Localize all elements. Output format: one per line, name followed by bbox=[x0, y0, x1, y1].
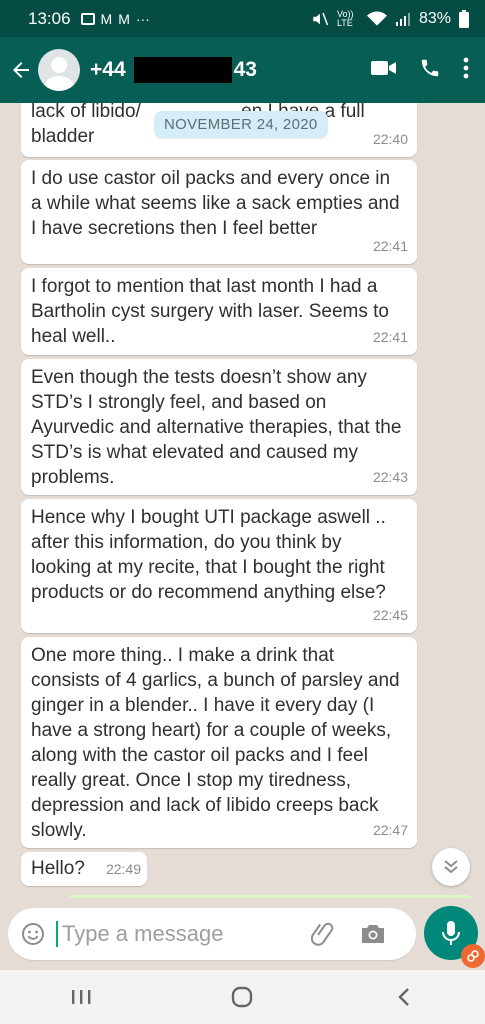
double-chevron-down-icon bbox=[444, 860, 458, 874]
camera-icon bbox=[362, 925, 384, 943]
message-time: 22:47 bbox=[372, 822, 408, 838]
message-text: One more thing.. I make a drink that con… bbox=[31, 645, 400, 841]
message-bubble[interactable]: Hence why I bought UTI package aswell ..… bbox=[21, 499, 417, 633]
message-time: 22:41 bbox=[372, 329, 408, 345]
composer-bar bbox=[0, 898, 485, 970]
chain-link-icon bbox=[467, 950, 479, 962]
battery-icon bbox=[459, 9, 469, 28]
paperclip-icon bbox=[311, 922, 334, 946]
message-text: I forgot to mention that last month I ha… bbox=[31, 276, 389, 347]
video-call-button[interactable] bbox=[371, 58, 397, 83]
message-bubble[interactable]: Even though the tests doesn’t show any S… bbox=[21, 359, 417, 495]
status-bar: 13:06 M M ··· Vo)) LTE 83% bbox=[0, 0, 485, 37]
attach-button[interactable] bbox=[308, 921, 338, 947]
gallery-icon bbox=[80, 12, 95, 25]
video-camera-icon bbox=[371, 60, 396, 75]
mute-icon bbox=[313, 12, 329, 25]
chat-head-badge[interactable] bbox=[461, 944, 485, 968]
recent-apps-button[interactable] bbox=[51, 977, 111, 1017]
signal-icon bbox=[395, 12, 410, 26]
message-time: 22:43 bbox=[372, 469, 408, 485]
phone-icon bbox=[421, 59, 439, 76]
message-text: I do use castor oil packs and every once… bbox=[31, 168, 400, 239]
recents-icon bbox=[71, 990, 91, 1004]
message-text: Even though the tests doesn’t show any S… bbox=[31, 367, 402, 488]
contact-name[interactable]: +44 43 bbox=[90, 57, 257, 83]
contact-suffix: 43 bbox=[233, 58, 257, 81]
message-bubble[interactable]: I do use castor oil packs and every once… bbox=[21, 160, 417, 264]
message-bubble[interactable]: Hello? 22:49 bbox=[21, 852, 147, 886]
message-time: 22:41 bbox=[372, 238, 408, 254]
contact-prefix: +44 bbox=[90, 58, 126, 81]
message-time: 22:45 bbox=[372, 607, 408, 623]
message-input[interactable] bbox=[56, 921, 286, 947]
volte-label: Vo)) LTE bbox=[336, 8, 354, 28]
header-actions bbox=[371, 57, 469, 84]
message-list[interactable]: lack of libido/ en I have a full bladder… bbox=[0, 103, 485, 898]
chevron-left-icon bbox=[398, 988, 409, 1006]
more-vertical-icon bbox=[463, 57, 469, 78]
emoji-icon bbox=[22, 923, 44, 945]
status-right: Vo)) LTE 83% bbox=[311, 8, 469, 28]
avatar[interactable] bbox=[38, 49, 80, 91]
home-icon bbox=[232, 986, 253, 1008]
message-bubble[interactable]: I forgot to mention that last month I ha… bbox=[21, 268, 417, 355]
system-nav-bar bbox=[0, 970, 485, 1024]
gmail-icon: M bbox=[100, 10, 113, 27]
more-notifications-icon: ··· bbox=[135, 10, 150, 27]
redaction-block bbox=[133, 57, 232, 83]
wifi-icon bbox=[366, 11, 387, 26]
battery-percent: 83% bbox=[418, 9, 451, 27]
notification-icons: M M ··· bbox=[80, 10, 150, 27]
voice-call-button[interactable] bbox=[419, 57, 441, 84]
microphone-icon bbox=[442, 921, 460, 945]
arrow-left-icon bbox=[13, 62, 29, 78]
message-time: 22:40 bbox=[372, 131, 408, 147]
date-chip: NOVEMBER 24, 2020 bbox=[154, 111, 328, 138]
composer-box bbox=[8, 908, 416, 960]
gmail-icon: M bbox=[118, 10, 130, 27]
status-time: 13:06 bbox=[28, 8, 71, 28]
back-button[interactable] bbox=[6, 58, 36, 82]
message-time: 22:49 bbox=[105, 861, 141, 877]
chat-header: +44 43 bbox=[0, 37, 485, 103]
emoji-button[interactable] bbox=[20, 921, 46, 947]
scroll-to-bottom-button[interactable] bbox=[432, 848, 470, 886]
camera-button[interactable] bbox=[358, 923, 388, 945]
message-text: Hence why I bought UTI package aswell ..… bbox=[31, 507, 386, 603]
message-bubble[interactable]: One more thing.. I make a drink that con… bbox=[21, 637, 417, 848]
more-options-button[interactable] bbox=[463, 57, 469, 84]
home-button[interactable] bbox=[212, 977, 272, 1017]
back-nav-button[interactable] bbox=[374, 977, 434, 1017]
